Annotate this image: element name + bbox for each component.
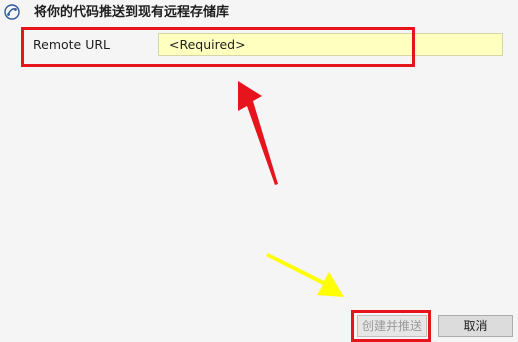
yellow-arrow: [266, 253, 344, 297]
create-and-push-button[interactable]: 创建并推送: [357, 315, 427, 337]
cancel-button[interactable]: 取消: [438, 315, 513, 337]
dialog-header: 将你的代码推送到现有远程存储库: [0, 0, 518, 28]
git-branch-icon: [4, 4, 20, 20]
remote-url-input[interactable]: [158, 33, 503, 56]
dialog-title: 将你的代码推送到现有远程存储库: [34, 5, 230, 20]
remote-url-label: Remote URL: [33, 37, 111, 52]
red-arrow: [238, 81, 278, 185]
